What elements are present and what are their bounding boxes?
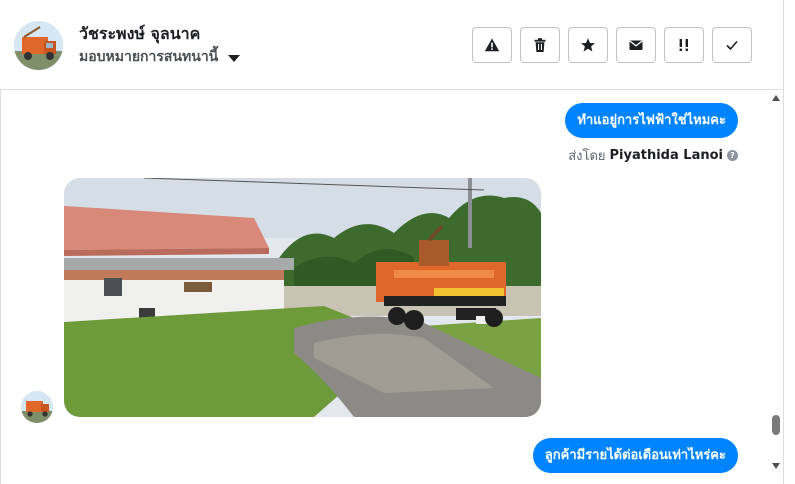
star-icon <box>581 38 595 52</box>
vertical-scrollbar[interactable] <box>768 91 784 484</box>
trash-icon <box>534 38 546 52</box>
sent-by-label: ส่งโดย Piyathida Lanoi ? <box>568 145 738 166</box>
scroll-up-icon[interactable] <box>772 95 780 101</box>
message-thread[interactable]: ทำแอยู่การไฟฟ้าใช่ไหมคะ ส่งโดย Piyathida… <box>0 91 783 484</box>
follow-up-icon <box>679 39 688 51</box>
scroll-thumb[interactable] <box>772 415 780 435</box>
check-icon <box>726 40 738 51</box>
sent-by-prefix: ส่งโดย <box>568 149 606 164</box>
contact-avatar-small[interactable] <box>21 391 53 423</box>
follow-up-button[interactable] <box>664 27 704 63</box>
mark-unread-button[interactable] <box>616 27 656 63</box>
delete-button[interactable] <box>520 27 560 63</box>
star-button[interactable] <box>568 27 608 63</box>
mark-done-button[interactable] <box>712 27 752 63</box>
contact-name[interactable]: วัชระพงษ์ จุลนาค <box>79 22 200 47</box>
header-actions <box>472 27 752 63</box>
window-edge <box>784 0 795 484</box>
scroll-down-icon[interactable] <box>772 463 780 469</box>
help-icon[interactable]: ? <box>727 150 738 161</box>
mark-spam-button[interactable] <box>472 27 512 63</box>
outgoing-message[interactable]: ลูกค้ามีรายได้ต่อเดือนเท่าไหร่คะ <box>532 438 738 473</box>
outgoing-message[interactable]: ทำแอยู่การไฟฟ้าใช่ไหมคะ <box>565 103 738 138</box>
assign-conversation-dropdown[interactable]: มอบหมายการสนทนานี้ <box>79 46 241 68</box>
warning-icon <box>484 38 500 52</box>
envelope-icon <box>629 40 643 50</box>
caret-down-icon <box>228 54 241 62</box>
conversation-header: วัชระพงษ์ จุลนาค มอบหมายการสนทนานี้ <box>0 0 783 90</box>
assign-label: มอบหมายการสนทนานี้ <box>79 49 219 65</box>
incoming-photo[interactable] <box>64 178 541 417</box>
sender-name: Piyathida Lanoi <box>609 148 723 163</box>
contact-avatar[interactable] <box>14 21 63 70</box>
